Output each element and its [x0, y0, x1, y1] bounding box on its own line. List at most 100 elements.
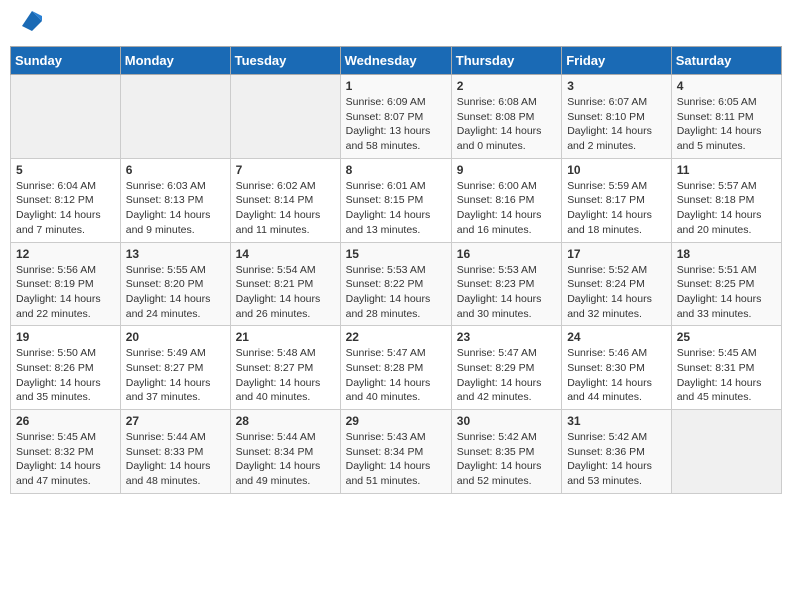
sunset-line: Sunset: 8:16 PM	[457, 193, 556, 208]
sunset-line: Sunset: 8:27 PM	[236, 361, 335, 376]
calendar-cell: 30Sunrise: 5:42 AMSunset: 8:35 PMDayligh…	[451, 410, 561, 494]
calendar-cell: 5 Sunrise: 6:04 AMSunset: 8:12 PMDaylight…	[11, 158, 121, 242]
sunrise-line: Sunrise: 5:50 AM	[16, 346, 115, 361]
calendar-cell	[120, 75, 230, 159]
sunrise-line: Sunrise: 6:02 AM	[236, 179, 335, 194]
sunset-line: Sunset: 8:26 PM	[16, 361, 115, 376]
calendar-cell: 2Sunrise: 6:08 AMSunset: 8:08 PMDaylight…	[451, 75, 561, 159]
day-number: 30	[457, 414, 556, 428]
calendar-cell: 21Sunrise: 5:48 AMSunset: 8:27 PMDayligh…	[230, 326, 340, 410]
calendar-cell: 27Sunrise: 5:44 AMSunset: 8:33 PMDayligh…	[120, 410, 230, 494]
daylight-line: Daylight: 14 hours and 0 minutes.	[457, 124, 556, 153]
calendar-cell: 25Sunrise: 5:45 AMSunset: 8:31 PMDayligh…	[671, 326, 781, 410]
day-number: 19	[16, 330, 115, 344]
sunrise-line: Sunrise: 6:04 AM	[16, 179, 115, 194]
calendar-cell: 1Sunrise: 6:09 AMSunset: 8:07 PMDaylight…	[340, 75, 451, 159]
sunrise-line: Sunrise: 6:03 AM	[126, 179, 225, 194]
daylight-line: Daylight: 14 hours and 45 minutes.	[677, 376, 776, 405]
calendar-cell: 31Sunrise: 5:42 AMSunset: 8:36 PMDayligh…	[562, 410, 672, 494]
day-of-week-header: Monday	[120, 47, 230, 75]
sunrise-line: Sunrise: 6:07 AM	[567, 95, 666, 110]
sunset-line: Sunset: 8:34 PM	[236, 445, 335, 460]
sunset-line: Sunset: 8:20 PM	[126, 277, 225, 292]
sunrise-line: Sunrise: 5:47 AM	[346, 346, 446, 361]
day-number: 17	[567, 247, 666, 261]
daylight-line: Daylight: 14 hours and 7 minutes.	[16, 208, 115, 237]
sunrise-line: Sunrise: 6:00 AM	[457, 179, 556, 194]
day-number: 5	[16, 163, 115, 177]
calendar-cell: 4Sunrise: 6:05 AMSunset: 8:11 PMDaylight…	[671, 75, 781, 159]
sunset-line: Sunset: 8:10 PM	[567, 110, 666, 125]
day-number: 11	[677, 163, 776, 177]
calendar-header-row: SundayMondayTuesdayWednesdayThursdayFrid…	[11, 47, 782, 75]
daylight-line: Daylight: 14 hours and 52 minutes.	[457, 459, 556, 488]
sunrise-line: Sunrise: 5:44 AM	[126, 430, 225, 445]
daylight-line: Daylight: 13 hours and 58 minutes.	[346, 124, 446, 153]
sunrise-line: Sunrise: 5:53 AM	[346, 263, 446, 278]
sunrise-line: Sunrise: 5:46 AM	[567, 346, 666, 361]
calendar-cell: 12Sunrise: 5:56 AMSunset: 8:19 PMDayligh…	[11, 242, 121, 326]
sunrise-line: Sunrise: 5:43 AM	[346, 430, 446, 445]
sunset-line: Sunset: 8:36 PM	[567, 445, 666, 460]
day-number: 18	[677, 247, 776, 261]
day-number: 6	[126, 163, 225, 177]
sunset-line: Sunset: 8:21 PM	[236, 277, 335, 292]
calendar-cell: 7 Sunrise: 6:02 AMSunset: 8:14 PMDaylight…	[230, 158, 340, 242]
daylight-line: Daylight: 14 hours and 30 minutes.	[457, 292, 556, 321]
sunrise-line: Sunrise: 6:08 AM	[457, 95, 556, 110]
calendar-cell: 17Sunrise: 5:52 AMSunset: 8:24 PMDayligh…	[562, 242, 672, 326]
sunset-line: Sunset: 8:08 PM	[457, 110, 556, 125]
daylight-line: Daylight: 14 hours and 33 minutes.	[677, 292, 776, 321]
sunset-line: Sunset: 8:19 PM	[16, 277, 115, 292]
daylight-line: Daylight: 14 hours and 22 minutes.	[16, 292, 115, 321]
calendar-cell: 3Sunrise: 6:07 AMSunset: 8:10 PMDaylight…	[562, 75, 672, 159]
calendar-week-row: 26Sunrise: 5:45 AMSunset: 8:32 PMDayligh…	[11, 410, 782, 494]
day-number: 22	[346, 330, 446, 344]
calendar-table: SundayMondayTuesdayWednesdayThursdayFrid…	[10, 46, 782, 494]
calendar-cell: 16Sunrise: 5:53 AMSunset: 8:23 PMDayligh…	[451, 242, 561, 326]
calendar-cell: 6Sunrise: 6:03 AMSunset: 8:13 PMDaylight…	[120, 158, 230, 242]
sunset-line: Sunset: 8:13 PM	[126, 193, 225, 208]
calendar-cell: 22Sunrise: 5:47 AMSunset: 8:28 PMDayligh…	[340, 326, 451, 410]
sunset-line: Sunset: 8:23 PM	[457, 277, 556, 292]
sunrise-line: Sunrise: 5:55 AM	[126, 263, 225, 278]
sunrise-line: Sunrise: 5:42 AM	[457, 430, 556, 445]
sunset-line: Sunset: 8:31 PM	[677, 361, 776, 376]
daylight-line: Daylight: 14 hours and 53 minutes.	[567, 459, 666, 488]
day-number: 7	[236, 163, 335, 177]
calendar-cell: 13 Sunrise: 5:55 AMSunset: 8:20 PMDayligh…	[120, 242, 230, 326]
sunset-line: Sunset: 8:12 PM	[16, 193, 115, 208]
day-number: 13	[126, 247, 225, 261]
sunset-line: Sunset: 8:33 PM	[126, 445, 225, 460]
calendar-cell: 11Sunrise: 5:57 AMSunset: 8:18 PMDayligh…	[671, 158, 781, 242]
calendar-week-row: 12Sunrise: 5:56 AMSunset: 8:19 PMDayligh…	[11, 242, 782, 326]
daylight-line: Daylight: 14 hours and 28 minutes.	[346, 292, 446, 321]
day-number: 1	[346, 79, 446, 93]
calendar-cell: 9 Sunrise: 6:00 AMSunset: 8:16 PMDaylight…	[451, 158, 561, 242]
day-number: 14	[236, 247, 335, 261]
day-number: 26	[16, 414, 115, 428]
day-of-week-header: Friday	[562, 47, 672, 75]
calendar-cell: 10Sunrise: 5:59 AMSunset: 8:17 PMDayligh…	[562, 158, 672, 242]
daylight-line: Daylight: 14 hours and 42 minutes.	[457, 376, 556, 405]
calendar-week-row: 19 Sunrise: 5:50 AMSunset: 8:26 PM Dayligh…	[11, 326, 782, 410]
daylight-line: Daylight: 14 hours and 11 minutes.	[236, 208, 335, 237]
sunrise-line: Sunrise: 5:49 AM	[126, 346, 225, 361]
calendar-cell: 20Sunrise: 5:49 AMSunset: 8:27 PMDayligh…	[120, 326, 230, 410]
calendar-cell	[230, 75, 340, 159]
sunrise-line: Sunrise: 6:09 AM	[346, 95, 446, 110]
daylight-line: Daylight: 14 hours and 24 minutes.	[126, 292, 225, 321]
daylight-line: Daylight: 14 hours and 26 minutes.	[236, 292, 335, 321]
sunrise-line: Sunrise: 6:01 AM	[346, 179, 446, 194]
sunrise-line: Sunrise: 5:53 AM	[457, 263, 556, 278]
daylight-line: Daylight: 14 hours and 16 minutes.	[457, 208, 556, 237]
calendar-cell: 18Sunrise: 5:51 AMSunset: 8:25 PMDayligh…	[671, 242, 781, 326]
sunrise-line: Sunrise: 5:45 AM	[677, 346, 776, 361]
day-number: 20	[126, 330, 225, 344]
day-number: 12	[16, 247, 115, 261]
sunset-line: Sunset: 8:14 PM	[236, 193, 335, 208]
page-header	[10, 10, 782, 36]
day-number: 3	[567, 79, 666, 93]
day-number: 9	[457, 163, 556, 177]
sunrise-line: Sunrise: 5:48 AM	[236, 346, 335, 361]
